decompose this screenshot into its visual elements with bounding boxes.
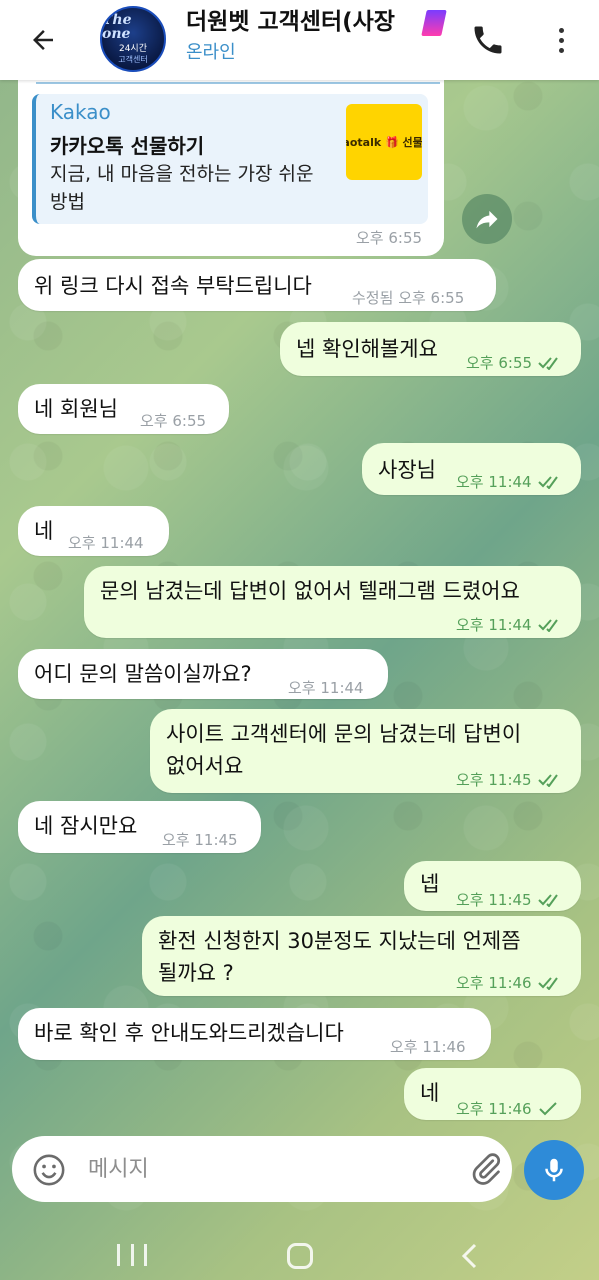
link-preview-message[interactable]: Kakao 카카오톡 선물하기 지금, 내 마음을 전하는 가장 쉬운 방법 k… [18, 80, 444, 256]
call-button[interactable] [470, 22, 506, 58]
double-check-icon [537, 977, 558, 990]
message-meta: 오후 11:45 [456, 765, 564, 795]
link-title: 카카오톡 선물하기 [50, 134, 205, 158]
message-text: 위 링크 다시 접속 부탁드립니다 [34, 274, 312, 298]
message-incoming[interactable]: 어디 문의 말씀이실까요? 오후 11:44 [18, 649, 388, 699]
message-time: 오후 11:46 [456, 974, 532, 992]
message-incoming[interactable]: 네 회원님 오후 6:55 [18, 384, 229, 434]
chat-title: 더원벳 고객센터(사장 [186, 9, 395, 35]
link-source: Kakao [50, 100, 111, 124]
avatar-text-2: 24시간 [118, 44, 147, 54]
message-time: 오후 11:44 [456, 616, 532, 634]
home-button[interactable] [287, 1243, 313, 1269]
message-time: 오후 11:44 [68, 534, 144, 552]
system-back-button[interactable] [458, 1242, 480, 1270]
thumbnail-text: kaotalk 🎁 선물하 [346, 136, 422, 149]
message-outgoing[interactable]: 넵 확인해볼게요 오후 6:55 [280, 322, 581, 376]
message-outgoing[interactable]: 환전 신청한지 30분정도 지났는데 언제쯤 될까요 ? 오후 11:46 [142, 916, 581, 996]
double-check-icon [537, 774, 558, 787]
attach-button[interactable] [468, 1151, 504, 1187]
message-time: 오후 6:55 [140, 412, 207, 430]
message-text: 문의 남겼는데 답변이 없어서 텔래그램 드렸어요 [100, 579, 520, 603]
message-meta: 오후 11:46 [456, 968, 564, 998]
chat-title-area[interactable]: 더원벳 고객센터(사장 온라인 [186, 6, 448, 64]
more-options-button[interactable] [546, 22, 576, 58]
message-time: 오후 11:45 [456, 891, 532, 909]
avatar-text-3: 고객센터 [118, 55, 148, 64]
avatar[interactable]: The one 24시간 고객센터 [100, 6, 166, 72]
double-check-icon [538, 357, 558, 370]
attach-icon [472, 1153, 500, 1185]
message-time: 오후 6:55 [356, 229, 423, 247]
emoji-button[interactable] [32, 1153, 66, 1187]
share-button[interactable] [462, 194, 512, 244]
single-check-icon [538, 1102, 557, 1116]
message-text: 환전 신청한지 30분정도 지났는데 언제쯤 [158, 929, 521, 953]
message-text: 넵 확인해볼게요 [296, 337, 438, 361]
message-incoming[interactable]: 위 링크 다시 접속 부탁드립니다 수정됨 오후 6:55 [18, 259, 496, 311]
message-input[interactable] [88, 1150, 448, 1188]
message-time: 오후 11:44 [456, 473, 532, 491]
link-top-divider [36, 80, 440, 84]
message-outgoing[interactable]: 넵 오후 11:45 [404, 861, 581, 911]
double-check-icon [537, 619, 558, 632]
more-vertical-icon [558, 27, 564, 33]
message-time: 오후 11:45 [162, 831, 238, 849]
online-status: 온라인 [186, 42, 236, 63]
message-incoming[interactable]: 바로 확인 후 안내도와드리겠습니다 오후 11:46 [18, 1008, 491, 1060]
voice-record-button[interactable] [524, 1140, 584, 1200]
message-time: 오후 11:45 [456, 771, 532, 789]
message-text: 네 잠시만요 [34, 814, 138, 838]
back-button[interactable] [0, 0, 86, 80]
message-time: 오후 11:44 [288, 679, 364, 697]
back-arrow-icon [33, 30, 53, 50]
message-text: 사이트 고객센터에 문의 남겼는데 답변이 [166, 722, 522, 746]
edited-label: 수정됨 [352, 289, 394, 307]
message-outgoing[interactable]: 사장님 오후 11:44 [362, 443, 581, 495]
message-text: 네 회원님 [34, 397, 118, 421]
message-text: 없어서요 [166, 754, 244, 778]
message-text: 넵 [420, 872, 440, 896]
message-text: 네 [34, 519, 54, 543]
message-incoming[interactable]: 네 오후 11:44 [18, 506, 169, 556]
system-navigation-bar [0, 1220, 599, 1280]
message-incoming[interactable]: 네 잠시만요 오후 11:45 [18, 801, 261, 853]
message-meta: 오후 11:44 [456, 610, 564, 640]
message-time: 오후 11:46 [456, 1100, 532, 1118]
message-outgoing[interactable]: 사이트 고객센터에 문의 남겼는데 답변이 없어서요 오후 11:45 [150, 709, 581, 793]
message-outgoing[interactable]: 네 오후 11:46 [404, 1068, 581, 1120]
message-text: 어디 문의 말씀이실까요? [34, 662, 252, 686]
link-description: 지금, 내 마음을 전하는 가장 쉬운 방법 [50, 163, 314, 213]
message-time: 오후 6:55 [398, 289, 465, 307]
message-outgoing[interactable]: 문의 남겼는데 답변이 없어서 텔래그램 드렸어요 오후 11:44 [84, 566, 581, 638]
message-time: 오후 6:55 [466, 354, 533, 372]
message-meta: 수정됨 오후 6:55 [352, 283, 464, 313]
message-text: 될까요 ? [158, 961, 234, 985]
message-time: 오후 11:46 [390, 1038, 466, 1056]
double-check-icon [537, 476, 558, 489]
message-text: 네 [420, 1081, 440, 1105]
avatar-text-1: The one [102, 12, 132, 42]
link-thumbnail: kaotalk 🎁 선물하 [346, 104, 422, 180]
message-composer [12, 1136, 512, 1202]
message-meta: 오후 6:55 [466, 348, 564, 378]
message-text: 사장님 [378, 458, 436, 482]
message-text: 바로 확인 후 안내도와드리겠습니다 [34, 1021, 344, 1045]
phone-icon [474, 26, 502, 54]
recents-button[interactable] [117, 1244, 147, 1266]
chevron-left-icon [461, 1243, 477, 1269]
share-icon [476, 210, 498, 229]
double-check-icon [537, 894, 558, 907]
message-meta: 오후 11:45 [456, 885, 564, 915]
message-meta: 오후 11:46 [456, 1094, 558, 1124]
message-meta: 오후 11:44 [456, 467, 564, 497]
emoji-icon [33, 1154, 65, 1186]
mic-icon [545, 1158, 563, 1182]
link-preview[interactable]: Kakao 카카오톡 선물하기 지금, 내 마음을 전하는 가장 쉬운 방법 k… [32, 94, 428, 224]
chat-header: The one 24시간 고객센터 더원벳 고객센터(사장 온라인 [0, 0, 599, 80]
